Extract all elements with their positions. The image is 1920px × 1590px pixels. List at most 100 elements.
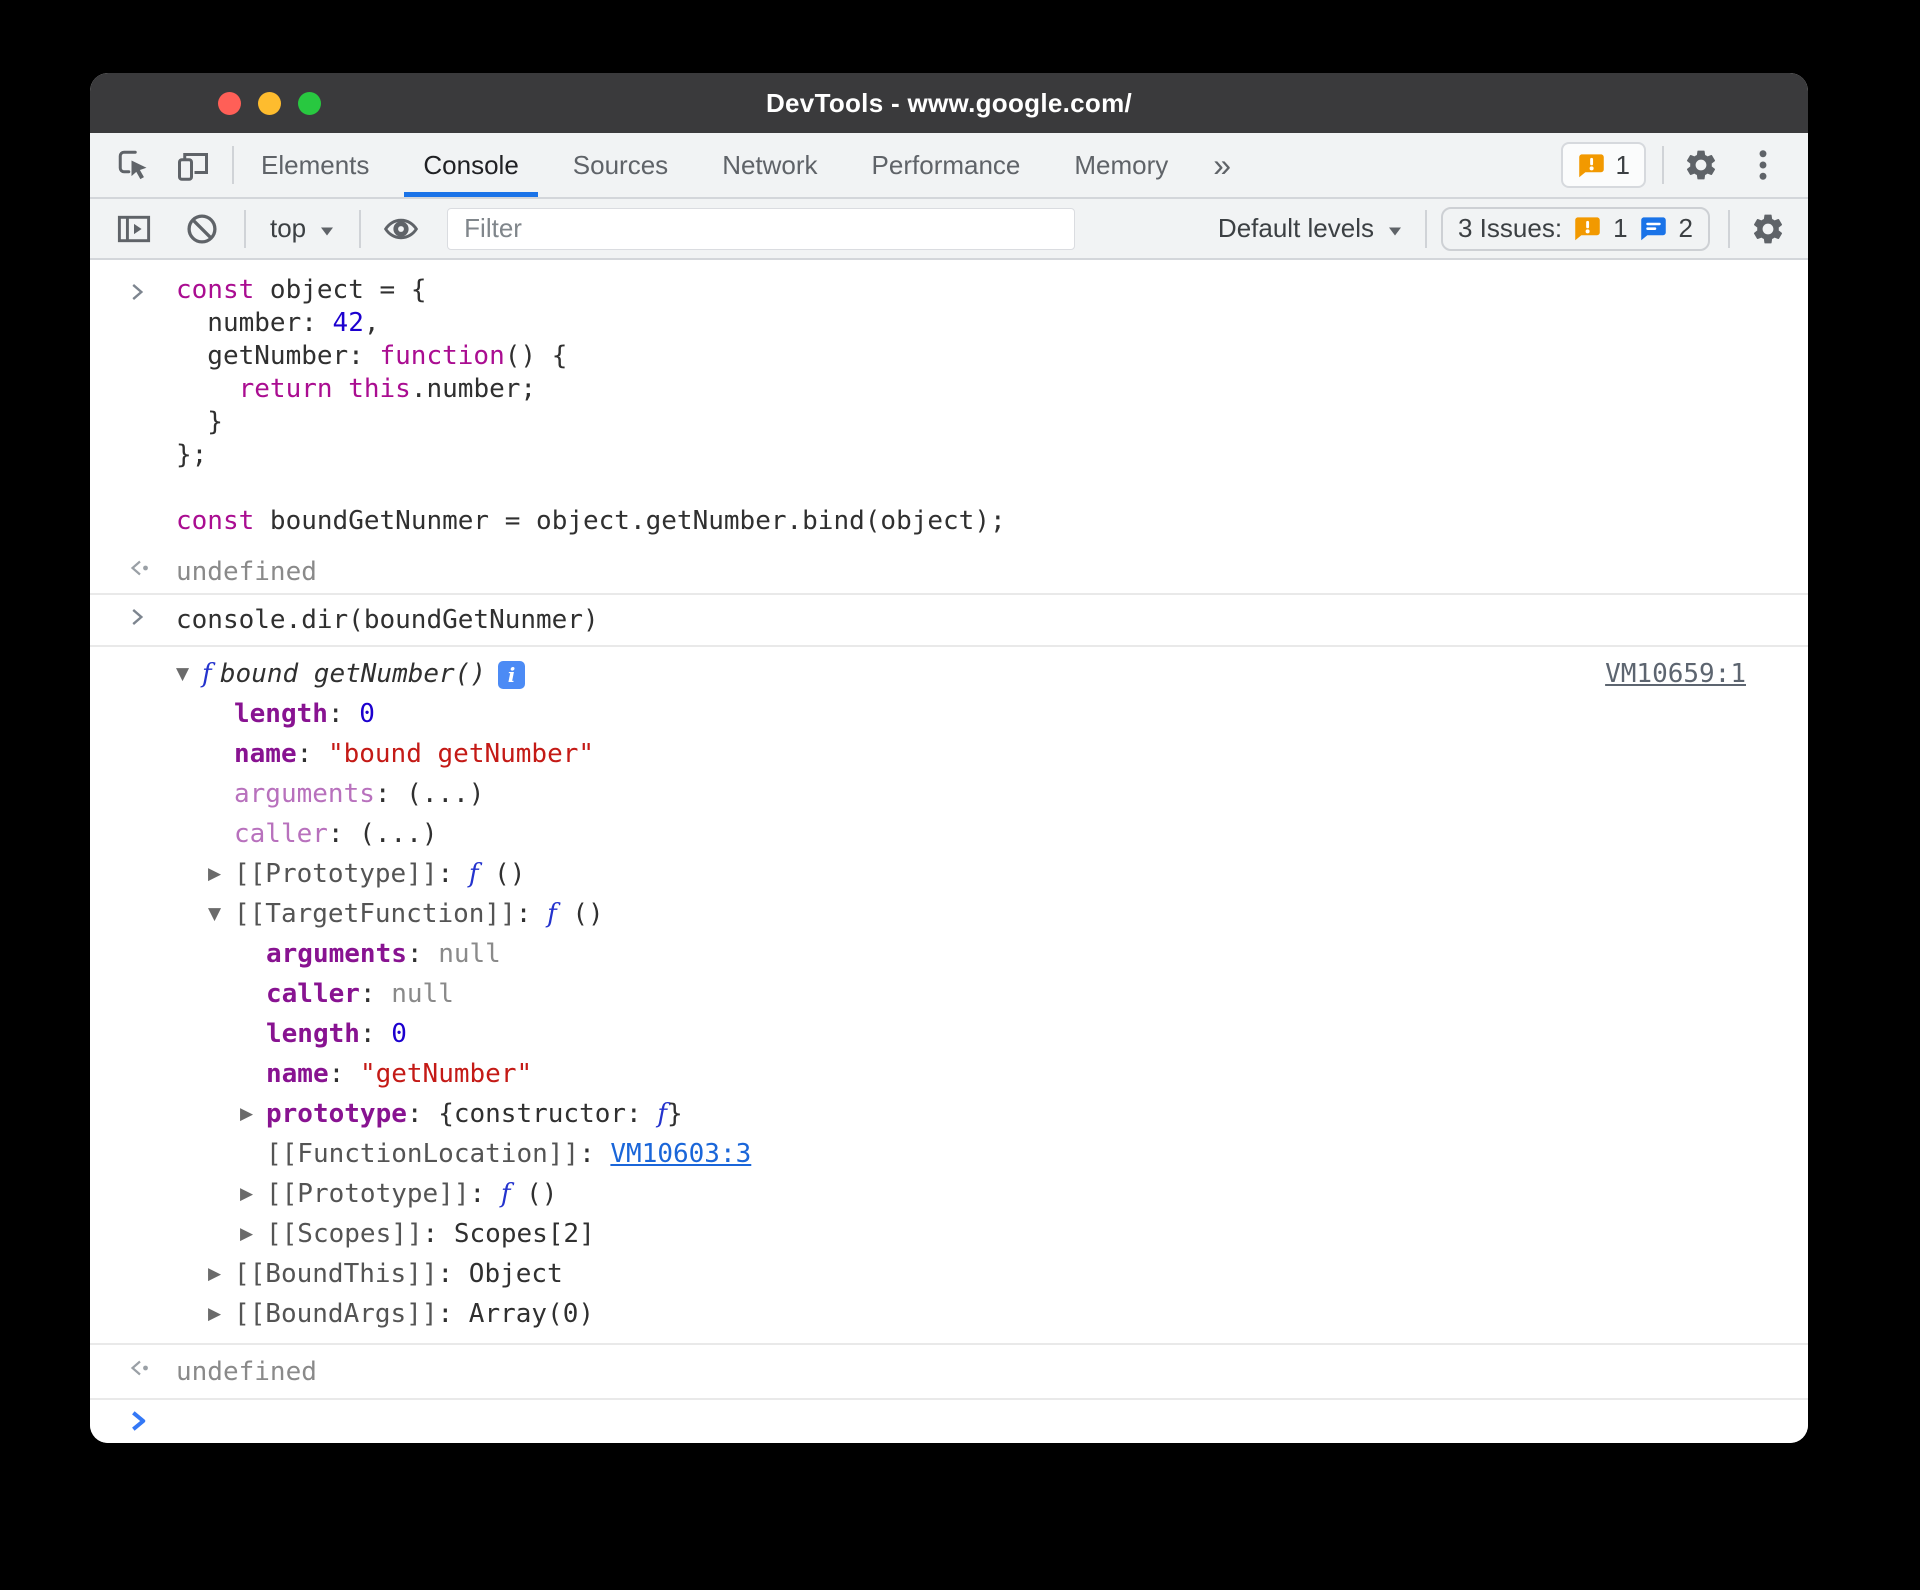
log-levels-dropdown[interactable]: Default levels (1212, 213, 1409, 244)
command-code: const object = { number: 42, getNumber: … (176, 274, 1006, 538)
tree-row: ▶ prototype: {constructor: f} (90, 1094, 1808, 1134)
token-plain: } (176, 407, 223, 437)
token-num: 0 (391, 1019, 407, 1049)
console-sidebar-toggle-icon[interactable] (112, 207, 156, 251)
console-result-entry: undefined (90, 1345, 1808, 1400)
tree-row: name: "bound getNumber" (90, 734, 1808, 774)
inspect-element-icon[interactable] (110, 142, 156, 188)
token-prop: name (234, 739, 297, 769)
devtools-window: DevTools - www.google.com/ Elements Conso… (90, 73, 1808, 1443)
separator (244, 209, 246, 248)
token-plain: object = { (254, 275, 427, 305)
tree-row: arguments: (...) (90, 774, 1808, 814)
tree-row: ▶ [[Prototype]]: f () (90, 1174, 1808, 1214)
token-prop: prototype (266, 1099, 407, 1129)
token-plain: .number; (410, 374, 537, 404)
token-plain: number: (176, 308, 333, 338)
clear-console-icon[interactable] (180, 207, 224, 251)
token-num: 42 (332, 308, 364, 338)
collapse-triangle-icon[interactable]: ▼ (208, 904, 234, 924)
console-settings-gear-icon[interactable] (1746, 207, 1790, 251)
window-title: DevTools - www.google.com/ (765, 87, 1133, 118)
token-plain: }; (176, 440, 208, 470)
console-dir-output: ▼ f bound getNumber() i VM10659:1 length: 0n… (90, 647, 1808, 1345)
tree-row: length: 0 (90, 694, 1808, 734)
tree-row: ▶ [[Prototype]]: f () (90, 854, 1808, 894)
separator (359, 209, 362, 248)
expand-triangle-icon[interactable]: ▶ (208, 1304, 234, 1324)
tab-elements[interactable]: Elements (234, 133, 396, 197)
context-selector[interactable]: top (264, 213, 341, 244)
expand-triangle-icon[interactable]: ▶ (208, 864, 234, 884)
more-tabs-icon[interactable]: » (1195, 133, 1249, 197)
message-source-link[interactable]: VM10659:1 (1605, 659, 1746, 689)
tree-row-content: [[Prototype]]: f () (234, 859, 525, 889)
minimize-button[interactable] (258, 91, 281, 115)
token-plain: : Object (437, 1259, 563, 1289)
console-prompt[interactable] (90, 1400, 1808, 1443)
collapse-triangle-icon[interactable]: ▼ (176, 664, 202, 684)
token-f: f (547, 899, 557, 929)
title-bar: DevTools - www.google.com/ (90, 73, 1808, 133)
token-prop: name (266, 1059, 329, 1089)
token-plain: : (296, 739, 328, 769)
tree-row-content: [[BoundArgs]]: Array(0) (234, 1299, 594, 1329)
token-propdim: caller (234, 819, 328, 849)
traffic-lights (218, 73, 321, 133)
settings-gear-icon[interactable] (1678, 142, 1724, 188)
chevron-down-icon (1387, 213, 1403, 244)
token-f: f (657, 1099, 667, 1129)
tree-row: ▼ f bound getNumber() i VM10659:1 (90, 654, 1808, 694)
close-button[interactable] (218, 91, 241, 115)
token-kw: function (379, 341, 505, 371)
token-plain: , (363, 308, 380, 338)
issue-warning-icon (1578, 153, 1604, 177)
token-str: "getNumber" (359, 1059, 533, 1089)
console-messages: const object = { number: 42, getNumber: … (90, 260, 1808, 1443)
tree-row: caller: null (90, 974, 1808, 1014)
device-toolbar-icon[interactable] (170, 142, 216, 188)
expand-triangle-icon[interactable]: ▶ (240, 1104, 266, 1124)
source-location-link[interactable]: VM10603:3 (610, 1139, 751, 1169)
token-plain: () { (504, 341, 568, 371)
filter-input[interactable] (447, 207, 1076, 250)
code-line: return this.number; (176, 373, 1006, 406)
token-kw: return (238, 374, 333, 404)
tab-network[interactable]: Network (695, 133, 844, 197)
kebab-menu-icon[interactable] (1740, 142, 1786, 188)
issues-counter[interactable]: 3 Issues: 1 2 (1441, 206, 1710, 251)
error-badge-count: 1 (1615, 149, 1630, 180)
token-plain: console.dir(boundGetNunmer) (176, 604, 599, 635)
expand-triangle-icon[interactable]: ▶ (240, 1224, 266, 1244)
token-fn: bound getNumber() (219, 659, 486, 689)
token-plain: : (...) (327, 819, 438, 849)
expand-triangle-icon[interactable]: ▶ (208, 1264, 234, 1284)
tree-row-content: arguments: (...) (234, 779, 484, 809)
token-int: [[BoundArgs]] (234, 1299, 438, 1329)
token-prop: caller (266, 979, 360, 1009)
token-plain: () (478, 859, 526, 889)
console-command-entry: console.dir(boundGetNunmer) (90, 595, 1808, 647)
token-plain: getNumber: (176, 341, 380, 371)
expand-triangle-icon[interactable]: ▶ (240, 1184, 266, 1204)
tab-memory[interactable]: Memory (1047, 133, 1195, 197)
devtools-tab-bar: Elements Console Sources Network Performance… (90, 133, 1808, 199)
tab-console[interactable]: Console (396, 133, 545, 197)
token-plain: } (666, 1099, 683, 1129)
tab-performance[interactable]: Performance (845, 133, 1048, 197)
tree-row-content: [[FunctionLocation]]: VM10603:3 (266, 1139, 751, 1169)
token-plain: : (327, 699, 360, 729)
code-line: console.dir(boundGetNunmer) (176, 604, 599, 637)
code-line: const object = { (176, 274, 1006, 307)
token-int: [[FunctionLocation]] (266, 1139, 580, 1169)
error-badge[interactable]: 1 (1560, 142, 1646, 188)
live-expression-eye-icon[interactable] (379, 207, 423, 251)
info-icon[interactable]: i (498, 660, 525, 689)
code-line: }; (176, 439, 1006, 472)
tab-sources[interactable]: Sources (546, 133, 695, 197)
issues-label: 3 Issues: (1458, 213, 1563, 243)
zoom-button[interactable] (298, 91, 321, 115)
console-result-entry: undefined (90, 550, 1808, 595)
token-kw: this (348, 374, 411, 404)
